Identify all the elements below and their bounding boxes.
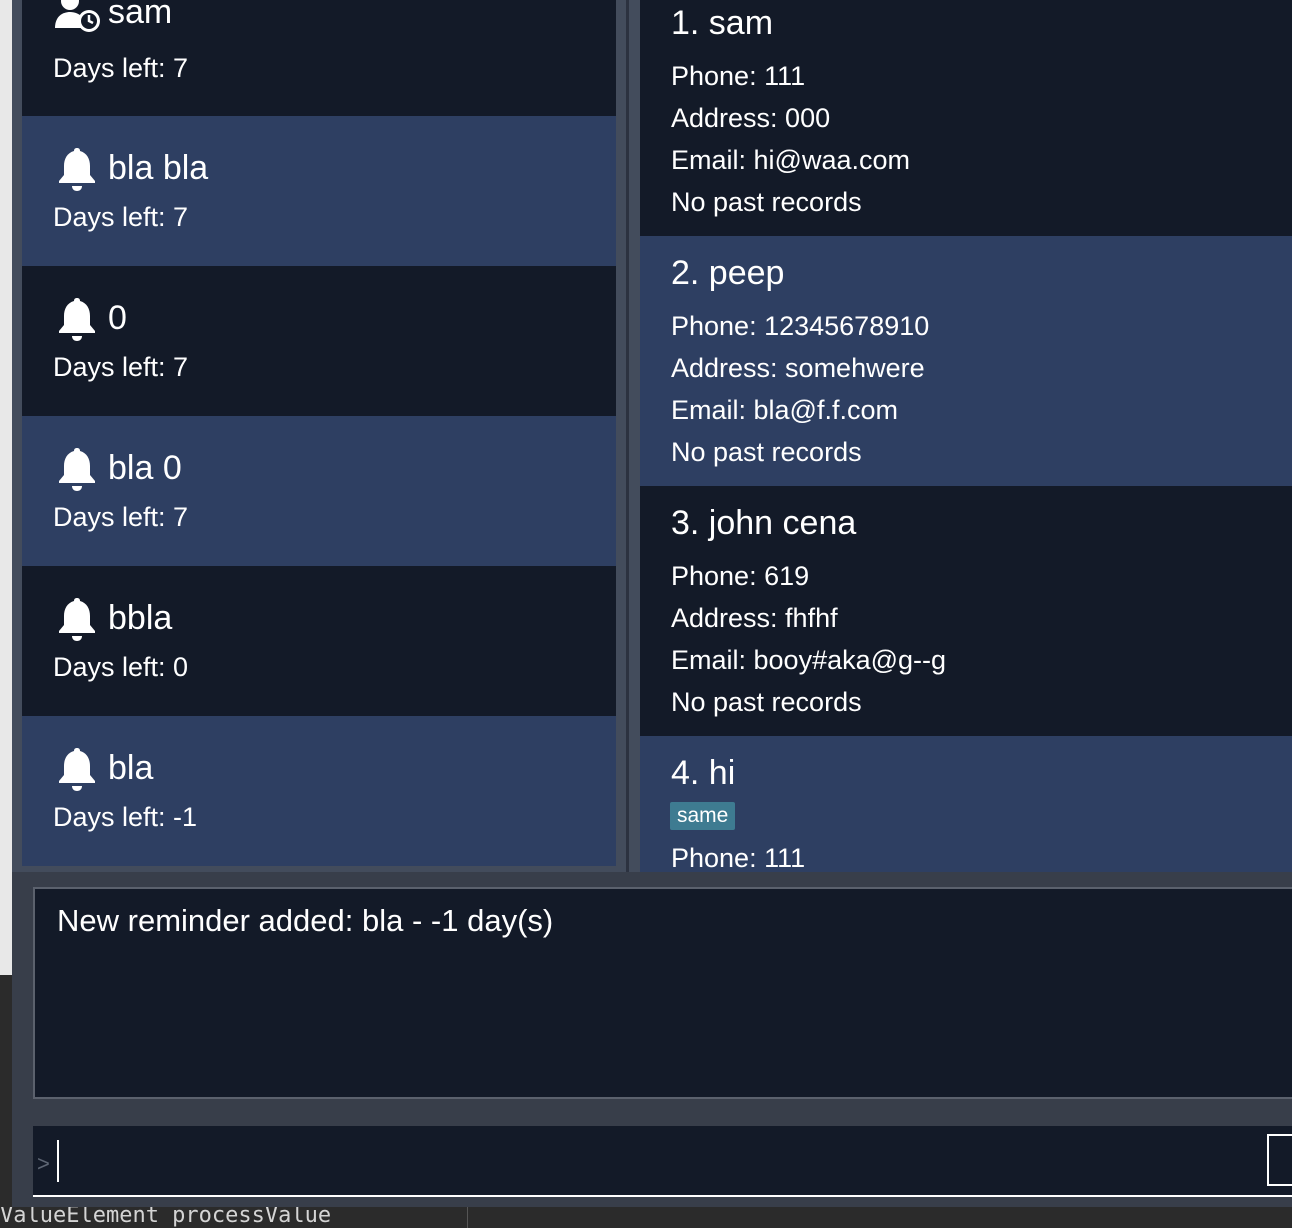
reminder-days-left: Days left: -1	[53, 802, 198, 832]
reminder-card[interactable]: bla bla Days left: 7	[22, 116, 616, 266]
reminder-title: bla 0	[108, 448, 182, 487]
person-card[interactable]: 4. hi same Phone: 111	[640, 736, 1292, 872]
command-box[interactable]: >	[33, 1126, 1292, 1197]
person-list[interactable]: 1. sam Phone: 111 Address: 000 Email: hi…	[640, 0, 1292, 872]
person-email: Email: hi@waa.com	[671, 145, 910, 175]
reminder-card[interactable]: bbla Days left: 0	[22, 566, 616, 716]
person-name: 3. john cena	[671, 504, 857, 542]
reminder-days-left: Days left: 7	[53, 352, 189, 382]
person-address: Address: somehwere	[671, 353, 925, 383]
reminder-title: bbla	[108, 598, 173, 637]
person-tag: same	[670, 802, 736, 830]
bell-icon	[59, 598, 95, 641]
reminder-title-row: sam	[53, 0, 172, 36]
reminder-title: sam	[108, 0, 173, 31]
person-records: No past records	[671, 187, 862, 217]
bell-icon	[59, 748, 95, 791]
reminder-days-left: Days left: 7	[53, 502, 189, 532]
person-name: 4. hi	[671, 754, 736, 792]
person-phone: Phone: 111	[671, 61, 806, 91]
bell-icon	[59, 448, 95, 491]
person-address: Address: 000	[671, 103, 831, 133]
reminder-title-row: 0	[53, 294, 127, 342]
person-card[interactable]: 2. peep Phone: 12345678910 Address: some…	[640, 236, 1292, 486]
reminder-days-left: Days left: 7	[53, 53, 189, 83]
reminder-title-row: bbla	[53, 594, 172, 642]
reminder-list[interactable]: sam Days left: 7 bla bla Days left: 7 0 …	[22, 0, 616, 866]
background-separator	[467, 1207, 468, 1228]
reminder-days-left: Days left: 0	[53, 652, 189, 682]
person-card[interactable]: 3. john cena Phone: 619 Address: fhfhf E…	[640, 486, 1292, 736]
person-records: No past records	[671, 437, 862, 467]
bell-icon	[59, 148, 95, 191]
reminder-title: bla bla	[108, 148, 209, 187]
background-editor-strip: ValueElement processValue	[0, 1207, 1292, 1228]
person-email: Email: booy#aka@g--g	[671, 645, 947, 675]
text-caret	[57, 1140, 59, 1182]
reminder-days-left: Days left: 7	[53, 202, 189, 232]
reminder-card[interactable]: sam Days left: 7	[22, 0, 616, 118]
command-box-panel: >	[12, 1114, 1292, 1207]
person-records: No past records	[671, 687, 862, 717]
background-code-text: ValueElement processValue	[0, 1207, 332, 1228]
person-phone: Phone: 619	[671, 561, 810, 591]
result-message: New reminder added: bla - -1 day(s)	[57, 903, 554, 938]
prompt-symbol: >	[37, 1151, 50, 1176]
person-name: 2. peep	[671, 254, 785, 292]
result-display-panel: New reminder added: bla - -1 day(s)	[12, 872, 1292, 1114]
reminder-card[interactable]: bla Days left: -1	[22, 716, 616, 866]
person-phone: Phone: 12345678910	[671, 311, 930, 341]
reminder-title-row: bla bla	[53, 144, 208, 192]
reminder-card[interactable]: bla 0 Days left: 7	[22, 416, 616, 566]
reminder-title: 0	[108, 298, 127, 337]
result-display[interactable]: New reminder added: bla - -1 day(s)	[33, 887, 1292, 1099]
background-console	[0, 975, 12, 1228]
person-name: 1. sam	[671, 4, 774, 42]
bell-icon	[59, 298, 95, 341]
person-email: Email: bla@f.f.com	[671, 395, 898, 425]
panel-divider[interactable]	[616, 0, 640, 872]
command-input[interactable]	[63, 1136, 1257, 1188]
user-clock-icon	[55, 0, 100, 32]
command-side-button[interactable]	[1267, 1134, 1292, 1186]
reminder-title-row: bla	[53, 744, 153, 792]
reminder-title: bla	[108, 748, 154, 787]
person-phone: Phone: 111	[671, 843, 806, 872]
person-address: Address: fhfhf	[671, 603, 838, 633]
reminder-title-row: bla 0	[53, 444, 182, 492]
person-card[interactable]: 1. sam Phone: 111 Address: 000 Email: hi…	[640, 0, 1292, 236]
reminder-card[interactable]: 0 Days left: 7	[22, 266, 616, 416]
